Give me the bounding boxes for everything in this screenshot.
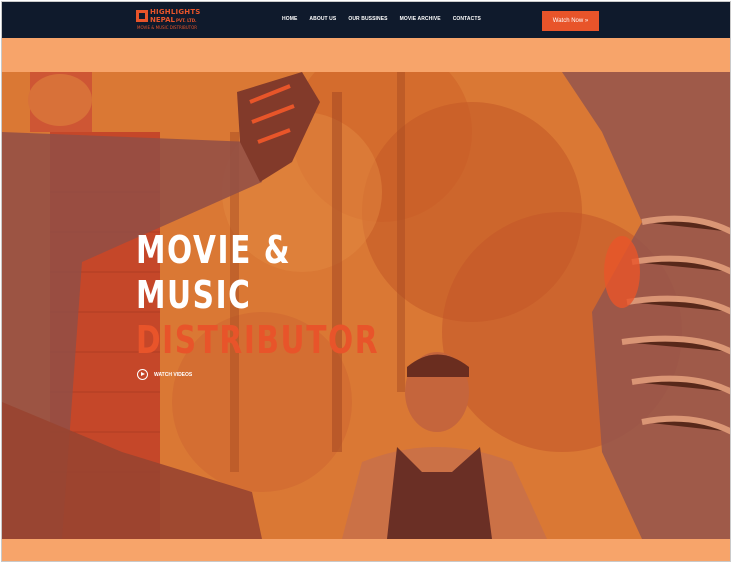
logo-name-line2: NEPALPVT. LTD. [150,16,197,24]
page-frame: HIGHLIGHTS NEPALPVT. LTD. MOVIE & MUSIC … [1,1,731,562]
watch-videos-link[interactable]: WATCH VIDEOS [137,369,192,380]
nav-about-us[interactable]: ABOUT US [309,16,336,22]
nav-contacts[interactable]: CONTACTS [453,16,481,22]
site-header: HIGHLIGHTS NEPALPVT. LTD. MOVIE & MUSIC … [2,2,730,38]
main-nav: HOME ABOUT US OUR BUSSINES MOVIE ARCHIVE… [282,16,481,22]
watch-now-button[interactable]: Watch Now » [542,11,599,31]
brand-logo[interactable]: HIGHLIGHTS NEPALPVT. LTD. MOVIE & MUSIC … [136,8,200,32]
headline-line-3: DISTRIBUTOR [136,318,380,362]
logo-name-line1: HIGHLIGHTS [150,8,201,16]
hero-section: MOVIE & MUSIC DISTRIBUTOR WATCH VIDEOS [2,72,730,539]
logo-mark-icon [136,10,148,22]
hero-headline: MOVIE & MUSIC DISTRIBUTOR [136,228,379,363]
logo-name-nepal: NEPAL [150,16,176,24]
nav-movie-archive[interactable]: MOVIE ARCHIVE [400,16,441,22]
headline-line-1: MOVIE & [136,228,292,272]
logo-tagline: MOVIE & MUSIC DISTRIBUTOR [137,25,198,30]
nav-home[interactable]: HOME [282,16,297,22]
play-circle-icon [137,369,148,380]
headline-line-2: MUSIC [136,273,252,317]
watch-videos-label: WATCH VIDEOS [154,371,193,378]
nav-our-bussines[interactable]: OUR BUSSINES [348,16,387,22]
logo-name-suffix: PVT. LTD. [176,18,197,23]
